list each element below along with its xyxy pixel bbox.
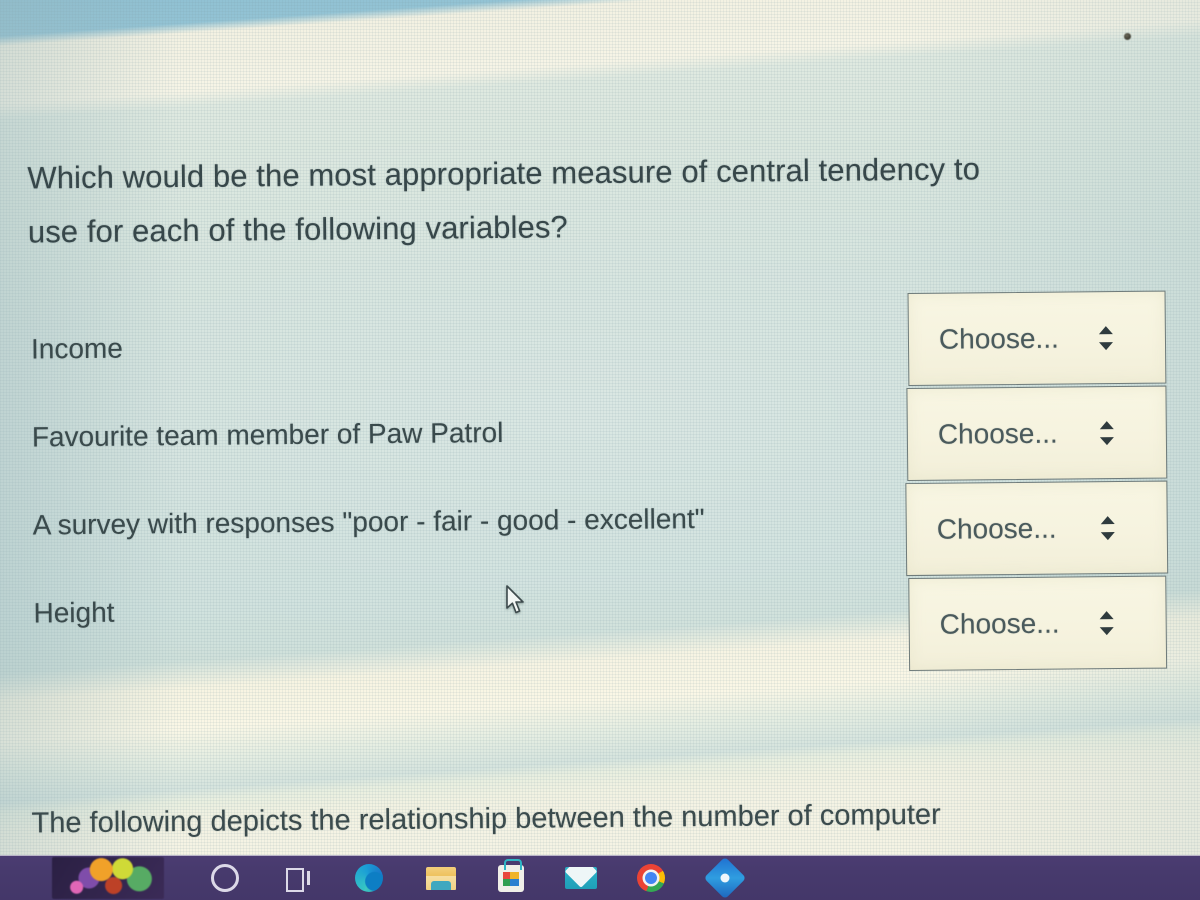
photographed-screen: Which would be the most appropriate meas… — [0, 0, 1200, 900]
store-bag-icon — [498, 858, 524, 892]
dropdown-paw-patrol[interactable]: Choose... — [906, 385, 1168, 482]
dropdown-value: Choose... — [938, 322, 1059, 355]
file-explorer-button[interactable] — [422, 861, 460, 895]
row-label-height: Height — [33, 596, 115, 629]
windows-taskbar[interactable] — [0, 855, 1200, 900]
search-circle-icon — [211, 864, 239, 892]
row-label-paw-patrol: Favourite team member of Paw Patrol — [31, 416, 504, 453]
edge-icon — [355, 864, 383, 892]
dropdown-value: Choose... — [936, 512, 1057, 545]
answer-dropdown-column: Choose... Choose... Choose... Choose... — [904, 290, 1170, 673]
diamond-app-icon — [703, 856, 747, 900]
question-line-1: Which would be the most appropriate meas… — [27, 151, 981, 196]
microsoft-edge-button[interactable] — [350, 861, 388, 895]
cortana-search-button[interactable] — [206, 861, 244, 895]
chrome-icon — [637, 864, 665, 892]
mouse-cursor — [506, 585, 524, 614]
blue-diamond-app-button[interactable] — [703, 856, 747, 900]
quiz-content: Which would be the most appropriate meas… — [0, 0, 1200, 900]
microsoft-store-button[interactable] — [492, 858, 530, 895]
task-view-button[interactable] — [278, 861, 316, 895]
start-button[interactable] — [52, 857, 164, 899]
row-label-income: Income — [30, 332, 123, 365]
dropdown-value: Choose... — [939, 607, 1060, 640]
chevron-updown-icon[interactable] — [1099, 420, 1116, 446]
dropdown-height[interactable]: Choose... — [908, 575, 1168, 672]
envelope-icon — [565, 867, 597, 889]
next-question-text: The following depicts the relationship b… — [31, 798, 941, 840]
chevron-updown-icon[interactable] — [1098, 325, 1115, 351]
dropdown-income[interactable]: Choose... — [907, 290, 1167, 387]
google-chrome-button[interactable] — [632, 861, 670, 895]
folder-icon — [426, 866, 456, 890]
chevron-updown-icon[interactable] — [1099, 610, 1116, 636]
row-label-survey: A survey with responses "poor - fair - g… — [32, 502, 705, 541]
dropdown-survey[interactable]: Choose... — [905, 480, 1169, 577]
dropdown-value: Choose... — [937, 417, 1058, 450]
mail-button[interactable] — [562, 861, 600, 895]
question-line-2: use for each of the following variables? — [27, 209, 568, 250]
task-view-icon — [284, 868, 310, 892]
chevron-updown-icon[interactable] — [1100, 515, 1117, 541]
question-prompt: Which would be the most appropriate meas… — [27, 141, 1158, 260]
